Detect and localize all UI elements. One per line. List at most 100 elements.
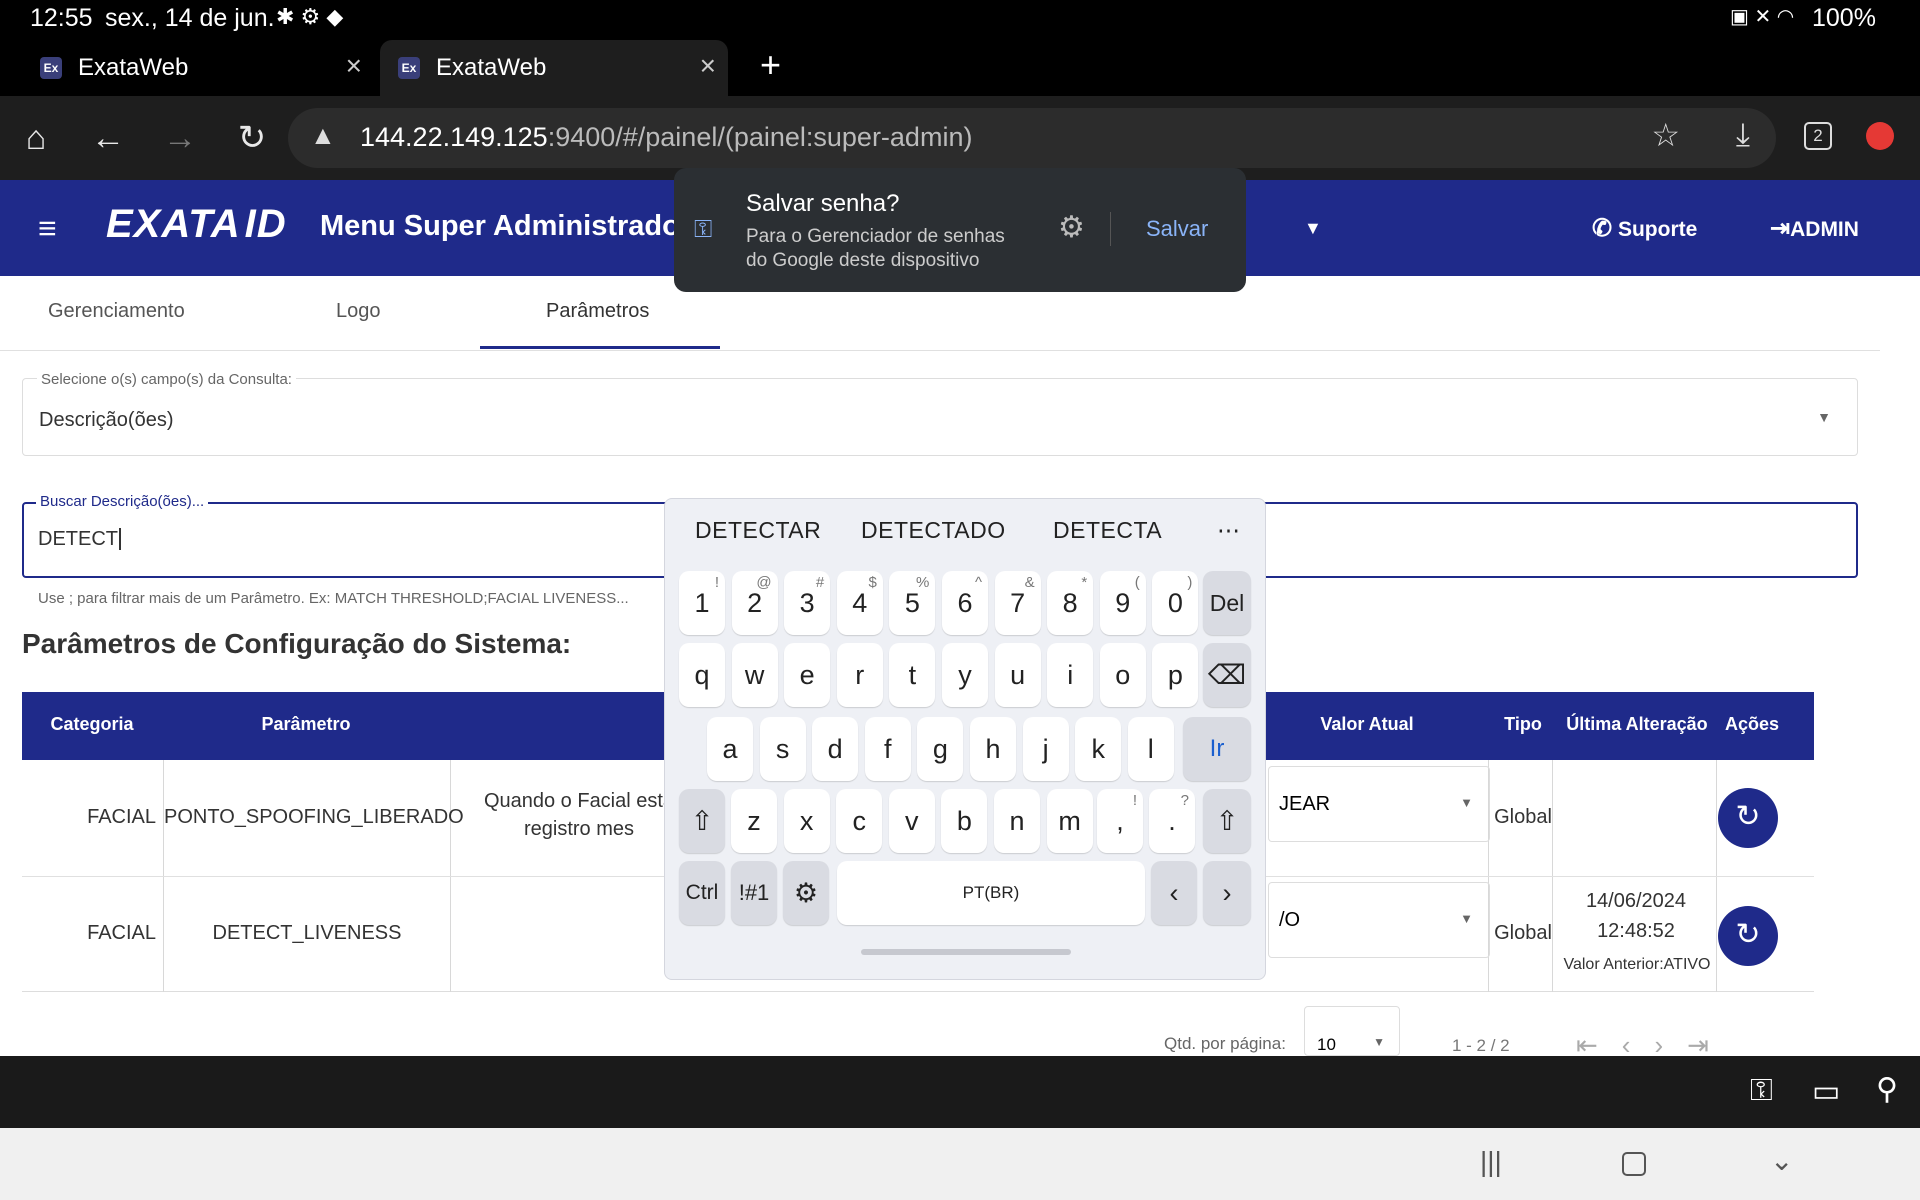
key-7[interactable]: 7 & <box>994 571 1041 635</box>
key-1[interactable]: 1! <box>679 571 725 635</box>
key-v[interactable]: v <box>888 789 935 853</box>
key-x[interactable]: x <box>783 789 830 853</box>
key-n[interactable]: n <box>994 789 1040 853</box>
key-f[interactable]: f <box>864 717 911 781</box>
backspace-icon[interactable]: ⌫ <box>1203 643 1251 707</box>
new-tab-icon[interactable]: + <box>760 44 781 86</box>
close-tab-icon[interactable]: × <box>700 50 716 82</box>
key-del[interactable]: Del <box>1203 571 1251 635</box>
tab-count[interactable]: 2 <box>1804 122 1832 150</box>
tab-parametros[interactable]: Parâmetros <box>546 300 649 323</box>
key-p[interactable]: p <box>1152 643 1199 707</box>
reload-icon[interactable]: ↻ <box>230 116 274 160</box>
section-title: Parâmetros de Configuração do Sistema: <box>22 628 572 659</box>
logout-icon: ⇥ <box>1770 215 1791 242</box>
query-field-select[interactable]: Selecione o(s) campo(s) da Consulta: Des… <box>22 371 1858 456</box>
row2-restore-button[interactable]: ↻ <box>1718 906 1778 966</box>
col-acoes: Ações <box>1724 714 1780 734</box>
cursor-left-icon[interactable]: ‹ <box>1151 861 1197 925</box>
key-u[interactable]: u <box>994 643 1041 707</box>
key-a[interactable]: a <box>707 717 753 781</box>
per-page-select[interactable]: 10 ▼ <box>1304 1006 1400 1056</box>
active-tab-indicator <box>480 346 720 349</box>
home-nav-icon[interactable] <box>1622 1152 1646 1176</box>
search-hint: Use ; para filtrar mais de um Parâmetro.… <box>38 590 629 607</box>
key-z[interactable]: z <box>731 789 777 853</box>
key-e[interactable]: e <box>784 643 831 707</box>
shift-left-icon[interactable]: ⇧ <box>679 789 725 853</box>
key-g[interactable]: g <box>917 717 964 781</box>
key-period[interactable]: .? <box>1149 789 1195 853</box>
browser-tab-2[interactable]: Ex ExataWeb × <box>380 40 728 96</box>
key-t[interactable]: t <box>889 643 936 707</box>
row1-categoria: FACIAL <box>87 806 156 828</box>
key-q[interactable]: q <box>679 643 725 707</box>
key-3[interactable]: 3 # <box>784 571 831 635</box>
key-c[interactable]: c <box>836 789 883 853</box>
star-icon[interactable]: ☆ <box>1651 116 1680 154</box>
suggestion-3[interactable]: DETECTA <box>1053 517 1162 544</box>
tab-gerenciamento[interactable]: Gerenciamento <box>48 300 185 323</box>
shift-right-icon[interactable]: ⇧ <box>1203 789 1251 853</box>
address-bar[interactable]: ▲ 144.22.149.125:9400/#/painel/(painel:s… <box>288 108 1776 168</box>
key-w[interactable]: w <box>731 643 778 707</box>
key-symbols[interactable]: !#1 <box>731 861 777 925</box>
key-j[interactable]: j <box>1022 717 1069 781</box>
close-tab-icon[interactable]: × <box>346 50 362 82</box>
row1-valor-select[interactable]: JEAR ▼ <box>1268 766 1490 842</box>
card-icon[interactable]: ▭ <box>1812 1074 1840 1109</box>
recent-apps-icon[interactable]: ||| <box>1480 1146 1502 1178</box>
hide-keyboard-icon[interactable]: ⌄ <box>1770 1144 1793 1177</box>
keyboard-handle[interactable] <box>861 949 1071 955</box>
favicon-icon: Ex <box>398 57 420 79</box>
back-icon[interactable]: ← <box>86 116 130 160</box>
logout-admin[interactable]: ⇥ADMIN <box>1770 214 1859 243</box>
whatsapp-icon: ✆ <box>1592 215 1613 242</box>
system-nav-bar: ||| ⌄ <box>0 1128 1920 1200</box>
key-comma[interactable]: ,! <box>1097 789 1143 853</box>
key-6[interactable]: 6 ^ <box>942 571 988 635</box>
row2-valor-select[interactable]: /O ▼ <box>1268 882 1490 958</box>
cursor-right-icon[interactable]: › <box>1203 861 1251 925</box>
key-space[interactable]: PT(BR) <box>837 861 1145 925</box>
more-suggestions-icon[interactable]: ⋯ <box>1217 517 1241 544</box>
keyboard-settings-icon[interactable]: ⚙ <box>783 861 829 925</box>
key-4[interactable]: 4 $ <box>836 571 883 635</box>
row1-restore-button[interactable]: ↻ <box>1718 788 1778 848</box>
key-d[interactable]: d <box>812 717 859 781</box>
key-r[interactable]: r <box>836 643 883 707</box>
key-9[interactable]: 9( <box>1099 571 1146 635</box>
key-8[interactable]: 8 * <box>1047 571 1094 635</box>
gear-icon[interactable]: ⚙ <box>1058 210 1085 245</box>
menu-icon[interactable]: ≡ <box>38 212 57 244</box>
suggestion-2[interactable]: DETECTADO <box>861 517 1006 544</box>
key-h[interactable]: h <box>970 717 1016 781</box>
download-icon[interactable]: ⤓ <box>1736 116 1750 154</box>
key-icon[interactable]: ⚿ <box>1750 1074 1773 1108</box>
key-b[interactable]: b <box>941 789 988 853</box>
key-o[interactable]: o <box>1099 643 1146 707</box>
save-password-button[interactable]: Salvar <box>1146 216 1208 242</box>
key-ctrl[interactable]: Ctrl <box>679 861 725 925</box>
key-go[interactable]: Ir <box>1183 717 1251 781</box>
forward-icon[interactable]: → <box>158 116 202 160</box>
profile-update-icon[interactable] <box>1866 122 1894 150</box>
key-2[interactable]: 2 @ <box>731 571 778 635</box>
popup-title: Salvar senha? <box>746 190 900 217</box>
key-5[interactable]: 5% <box>889 571 936 635</box>
suggestion-1[interactable]: DETECTAR <box>695 517 821 544</box>
location-icon[interactable]: ⚲ <box>1876 1072 1898 1107</box>
key-m[interactable]: m <box>1046 789 1093 853</box>
key-k[interactable]: k <box>1075 717 1122 781</box>
home-icon[interactable]: ⌂ <box>14 116 58 160</box>
browser-tab-1[interactable]: Ex ExataWeb × <box>22 40 374 96</box>
key-0[interactable]: 0) <box>1152 571 1199 635</box>
key-y[interactable]: y <box>942 643 988 707</box>
key-s[interactable]: s <box>759 717 806 781</box>
dropdown-arrow-icon[interactable]: ▼ <box>1304 218 1322 239</box>
col-valor-atual: Valor Atual <box>1320 714 1414 734</box>
support-link[interactable]: ✆ Suporte <box>1592 214 1697 243</box>
search-input[interactable]: DETECT​ <box>38 528 121 551</box>
key-i[interactable]: i <box>1047 643 1094 707</box>
tab-logo[interactable]: Logo <box>336 300 381 323</box>
